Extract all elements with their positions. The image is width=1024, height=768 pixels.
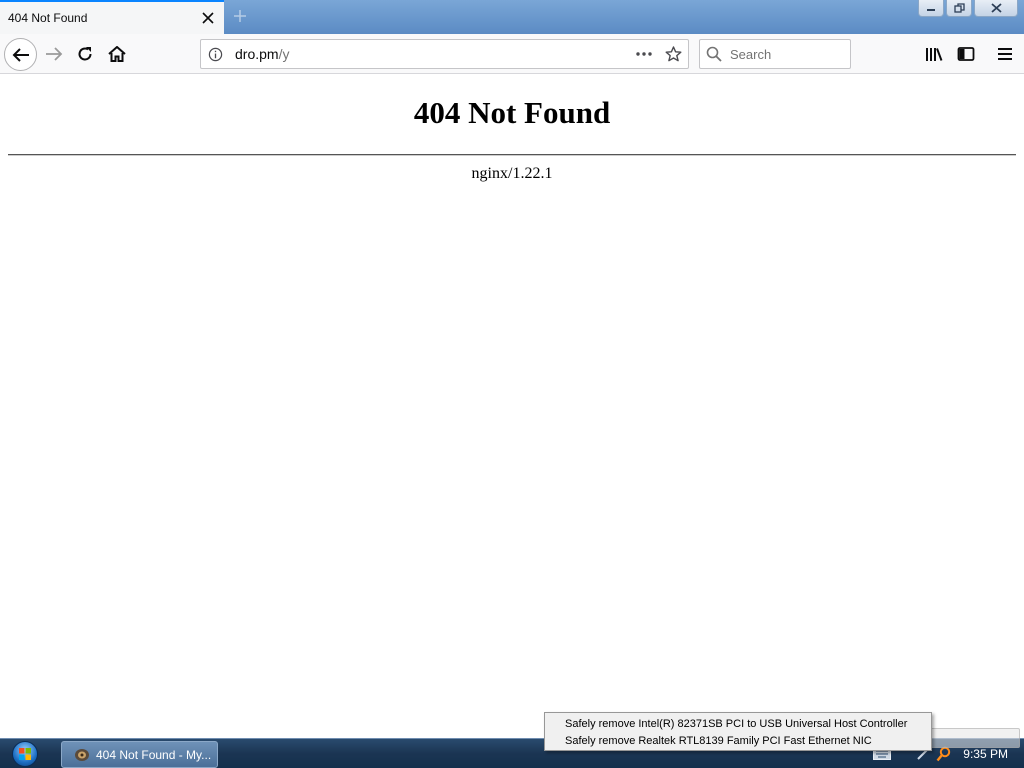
bookmark-star-icon[interactable]: [658, 46, 688, 62]
search-icon: [706, 46, 722, 62]
restore-icon[interactable]: [946, 0, 972, 17]
horizontal-rule: [8, 154, 1016, 156]
search-placeholder: Search: [730, 46, 772, 62]
url-text[interactable]: dro.pm/y: [229, 46, 630, 62]
window-controls: [918, 0, 1018, 17]
home-icon: [108, 46, 126, 62]
search-box[interactable]: Search: [699, 39, 851, 69]
menu-item-remove-usb-controller[interactable]: Safely remove Intel(R) 82371SB PCI to US…: [565, 716, 931, 733]
close-tab-icon[interactable]: [196, 6, 220, 30]
forward-button[interactable]: [40, 40, 68, 68]
browser-tab[interactable]: 404 Not Found: [0, 0, 224, 34]
close-window-icon[interactable]: [974, 0, 1018, 17]
library-icon: [926, 48, 943, 61]
nav-toolbar: dro.pm/y Search: [0, 34, 1024, 74]
clock[interactable]: 9:35 PM: [963, 747, 1008, 761]
windows-logo-icon: [12, 741, 38, 767]
minimize-icon[interactable]: [918, 0, 944, 17]
magnifier-tray-icon[interactable]: [933, 746, 955, 762]
menu-item-remove-ethernet-nic[interactable]: Safely remove Realtek RTL8139 Family PCI…: [565, 733, 931, 750]
browser-app-icon: [75, 748, 89, 761]
page-content: 404 Not Found nginx/1.22.1: [0, 75, 1024, 738]
taskbar-item-label: 404 Not Found - My...: [96, 747, 212, 762]
forward-arrow-icon: [46, 47, 63, 61]
taskbar-browser-item[interactable]: 404 Not Found - My...: [61, 741, 218, 768]
sidebar-icon: [957, 47, 975, 61]
reload-button[interactable]: [71, 40, 99, 68]
tab-title: 404 Not Found: [8, 11, 88, 25]
reload-icon: [78, 47, 92, 61]
safely-remove-menu: Safely remove Intel(R) 82371SB PCI to US…: [544, 712, 932, 751]
back-arrow-icon: [12, 47, 29, 62]
new-tab-icon[interactable]: [230, 6, 250, 26]
url-path: /y: [278, 46, 290, 62]
sidebar-button[interactable]: [952, 40, 980, 68]
hamburger-icon: [998, 48, 1012, 60]
page-actions-icon[interactable]: [630, 52, 658, 56]
menu-button[interactable]: [991, 40, 1019, 68]
back-button[interactable]: [4, 38, 37, 71]
server-signature: nginx/1.22.1: [471, 165, 553, 182]
start-button[interactable]: [6, 740, 44, 768]
url-bar[interactable]: dro.pm/y: [200, 39, 689, 69]
url-domain: dro.pm: [235, 46, 279, 62]
home-button[interactable]: [103, 40, 131, 68]
page-heading: 404 Not Found: [413, 95, 611, 130]
library-button[interactable]: [920, 40, 948, 68]
info-icon[interactable]: [201, 47, 229, 62]
tab-strip: 404 Not Found: [0, 0, 1024, 34]
